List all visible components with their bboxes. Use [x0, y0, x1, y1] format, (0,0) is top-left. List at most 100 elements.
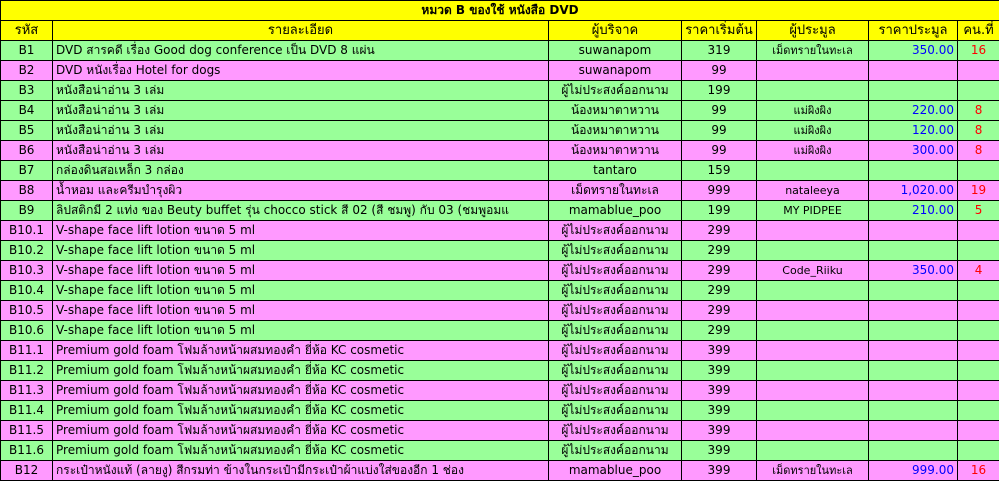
cell-bidder[interactable]: [756, 440, 869, 461]
cell-start-price[interactable]: 399: [681, 400, 757, 421]
cell-bidder[interactable]: [756, 340, 869, 361]
cell-detail[interactable]: DVD สารคดี เรื่อง Good dog conference เป…: [52, 40, 549, 61]
cell-start-price[interactable]: 299: [681, 260, 757, 281]
cell-detail[interactable]: Premium gold foam โฟมล้างหน้าผสมทองคำ ยี…: [52, 340, 549, 361]
cell-donor[interactable]: น้องหมาตาหวาน: [548, 140, 682, 161]
cell-code[interactable]: B3: [0, 80, 53, 101]
cell-code[interactable]: B10.5: [0, 300, 53, 321]
cell-start-price[interactable]: 299: [681, 280, 757, 301]
cell-detail[interactable]: Premium gold foam โฟมล้างหน้าผสมทองคำ ยี…: [52, 420, 549, 441]
cell-count[interactable]: [956, 420, 999, 441]
cell-donor[interactable]: suwanapom: [548, 60, 682, 81]
cell-bid-price[interactable]: 999.00: [868, 460, 958, 481]
cell-donor[interactable]: ผู้ไม่ประสงค์ออกนาม: [548, 320, 682, 341]
cell-detail[interactable]: V-shape face lift lotion ขนาด 5 ml: [52, 300, 549, 321]
cell-donor[interactable]: ผู้ไม่ประสงค์ออกนาม: [548, 380, 682, 401]
cell-bid-price[interactable]: 210.00: [868, 200, 958, 221]
cell-donor[interactable]: ผู้ไม่ประสงค์ออกนาม: [548, 300, 682, 321]
cell-count[interactable]: [956, 240, 999, 261]
cell-donor[interactable]: น้องหมาตาหวาน: [548, 100, 682, 121]
cell-donor[interactable]: ผู้ไม่ประสงค์ออกนาม: [548, 360, 682, 381]
cell-bidder[interactable]: แม่ผิงผิง: [756, 100, 869, 121]
cell-start-price[interactable]: 99: [681, 120, 757, 141]
cell-start-price[interactable]: 399: [681, 460, 757, 481]
cell-count[interactable]: 16: [956, 40, 999, 61]
cell-code[interactable]: B12: [0, 460, 53, 481]
cell-start-price[interactable]: 299: [681, 320, 757, 341]
cell-count[interactable]: [956, 340, 999, 361]
cell-bid-price[interactable]: 220.00: [868, 100, 958, 121]
cell-detail[interactable]: หนังสือน่าอ่าน 3 เล่ม: [52, 80, 549, 101]
cell-start-price[interactable]: 399: [681, 340, 757, 361]
cell-count[interactable]: [956, 400, 999, 421]
cell-count[interactable]: 8: [956, 120, 999, 141]
cell-count[interactable]: 19: [956, 180, 999, 201]
cell-bidder[interactable]: เม็ดทรายในทะเล: [756, 460, 869, 481]
cell-code[interactable]: B10.3: [0, 260, 53, 281]
cell-start-price[interactable]: 399: [681, 360, 757, 381]
cell-donor[interactable]: น้องหมาตาหวาน: [548, 120, 682, 141]
cell-start-price[interactable]: 99: [681, 140, 757, 161]
cell-count[interactable]: [956, 220, 999, 241]
cell-bid-price[interactable]: 1,020.00: [868, 180, 958, 201]
cell-count[interactable]: [956, 80, 999, 101]
cell-bidder[interactable]: แม่ผิงผิง: [756, 120, 869, 141]
cell-bidder[interactable]: เม็ดทรายในทะเล: [756, 40, 869, 61]
cell-code[interactable]: B8: [0, 180, 53, 201]
cell-bid-price[interactable]: [868, 380, 958, 401]
cell-count[interactable]: 4: [956, 260, 999, 281]
cell-donor[interactable]: ผู้ไม่ประสงค์ออกนาม: [548, 440, 682, 461]
cell-bidder[interactable]: [756, 60, 869, 81]
cell-bid-price[interactable]: [868, 360, 958, 381]
cell-code[interactable]: B11.1: [0, 340, 53, 361]
cell-code[interactable]: B5: [0, 120, 53, 141]
cell-donor[interactable]: mamablue_poo: [548, 460, 682, 481]
cell-detail[interactable]: หนังสือน่าอ่าน 3 เล่ม: [52, 120, 549, 141]
cell-bidder[interactable]: [756, 360, 869, 381]
cell-count[interactable]: [956, 280, 999, 301]
cell-count[interactable]: 16: [956, 460, 999, 481]
cell-start-price[interactable]: 199: [681, 200, 757, 221]
cell-code[interactable]: B4: [0, 100, 53, 121]
cell-start-price[interactable]: 99: [681, 60, 757, 81]
cell-count[interactable]: [956, 160, 999, 181]
cell-detail[interactable]: หนังสือน่าอ่าน 3 เล่ม: [52, 100, 549, 121]
cell-donor[interactable]: ผู้ไม่ประสงค์ออกนาม: [548, 240, 682, 261]
cell-donor[interactable]: ผู้ไม่ประสงค์ออกนาม: [548, 400, 682, 421]
cell-bid-price[interactable]: 350.00: [868, 260, 958, 281]
cell-bid-price[interactable]: [868, 80, 958, 101]
cell-start-price[interactable]: 399: [681, 420, 757, 441]
cell-detail[interactable]: น้ำหอม และครีมบำรุงผิว: [52, 180, 549, 201]
cell-code[interactable]: B10.6: [0, 320, 53, 341]
cell-bidder[interactable]: [756, 220, 869, 241]
cell-bidder[interactable]: [756, 320, 869, 341]
cell-bidder[interactable]: [756, 420, 869, 441]
cell-code[interactable]: B11.2: [0, 360, 53, 381]
cell-code[interactable]: B11.4: [0, 400, 53, 421]
cell-code[interactable]: B10.2: [0, 240, 53, 261]
cell-code[interactable]: B11.6: [0, 440, 53, 461]
cell-detail[interactable]: DVD หนังเรื่อง Hotel for dogs: [52, 60, 549, 81]
cell-count[interactable]: [956, 380, 999, 401]
cell-bid-price[interactable]: 300.00: [868, 140, 958, 161]
cell-bid-price[interactable]: 120.00: [868, 120, 958, 141]
cell-bid-price[interactable]: [868, 60, 958, 81]
cell-bid-price[interactable]: [868, 340, 958, 361]
cell-start-price[interactable]: 299: [681, 220, 757, 241]
cell-code[interactable]: B7: [0, 160, 53, 181]
cell-detail[interactable]: V-shape face lift lotion ขนาด 5 ml: [52, 240, 549, 261]
cell-detail[interactable]: Premium gold foam โฟมล้างหน้าผสมทองคำ ยี…: [52, 440, 549, 461]
cell-code[interactable]: B2: [0, 60, 53, 81]
cell-detail[interactable]: Premium gold foam โฟมล้างหน้าผสมทองคำ ยี…: [52, 400, 549, 421]
cell-bid-price[interactable]: [868, 420, 958, 441]
cell-bidder[interactable]: Code_Riiku: [756, 260, 869, 281]
cell-count[interactable]: [956, 300, 999, 321]
cell-code[interactable]: B1: [0, 40, 53, 61]
cell-detail[interactable]: V-shape face lift lotion ขนาด 5 ml: [52, 320, 549, 341]
cell-code[interactable]: B11.5: [0, 420, 53, 441]
cell-bidder[interactable]: [756, 280, 869, 301]
cell-donor[interactable]: mamablue_poo: [548, 200, 682, 221]
cell-start-price[interactable]: 159: [681, 160, 757, 181]
cell-bidder[interactable]: [756, 380, 869, 401]
cell-code[interactable]: B6: [0, 140, 53, 161]
